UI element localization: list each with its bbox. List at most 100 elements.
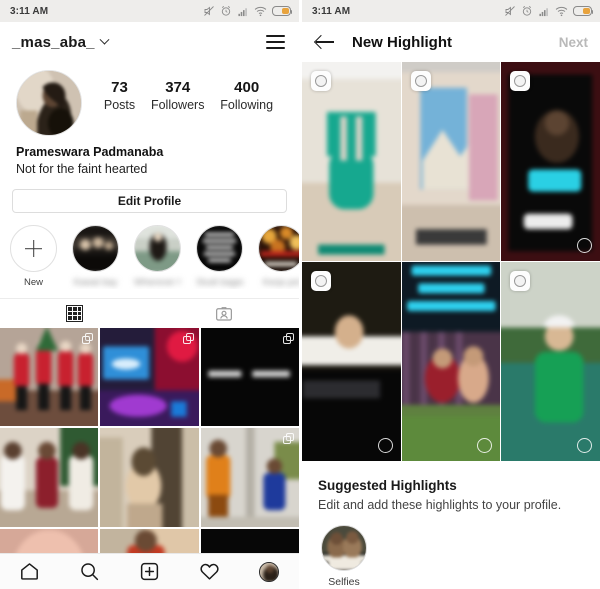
nav-search[interactable] [68, 557, 112, 587]
mute-icon [505, 6, 515, 16]
stat-followers[interactable]: 374 Followers [151, 78, 205, 114]
profile-bio: Prameswara Padmanaba Not for the faint h… [0, 136, 299, 178]
stat-label: Followers [150, 98, 205, 112]
highlight-item[interactable]: Studi bagen [196, 225, 243, 289]
stat-label: Posts [103, 98, 136, 112]
selection-circle-icon[interactable] [576, 238, 592, 253]
profile-tabs[interactable] [0, 298, 299, 328]
selection-circle-icon[interactable] [576, 438, 592, 453]
highlight-item[interactable]: Wherever h [134, 225, 181, 289]
new-highlight-header: New Highlight Next [302, 22, 600, 62]
heart-icon [200, 563, 219, 580]
grid-icon [66, 305, 84, 322]
next-button[interactable]: Next [559, 35, 588, 50]
highlight-label: Studi bagen [196, 277, 243, 288]
edit-profile-label: Edit Profile [117, 194, 182, 208]
page-title: New Highlight [352, 33, 452, 51]
list-item[interactable] [501, 62, 600, 261]
battery-icon [272, 6, 293, 16]
highlight-cover[interactable] [72, 225, 119, 272]
tab-grid[interactable] [0, 299, 150, 328]
highlight-cover[interactable] [258, 225, 299, 272]
multi-photo-icon [182, 333, 194, 344]
profile-header: _mas_aba_ [0, 22, 299, 62]
suggested-subtitle: Edit and add these highlights to your pr… [318, 498, 562, 512]
selection-circle-icon[interactable] [311, 71, 331, 91]
highlight-item[interactable]: Kawal bay [72, 225, 119, 289]
highlight-label: New [23, 277, 43, 288]
selection-circle-icon[interactable] [311, 271, 331, 291]
new-highlight-circle[interactable] [10, 225, 57, 272]
search-icon [81, 563, 99, 581]
new-highlight-screen: 3:11 AM New Highlight Next Suggested Hig… [302, 0, 600, 589]
bottom-navigation[interactable] [0, 553, 299, 589]
highlight-new[interactable]: New [10, 225, 57, 289]
profile-avatar-icon [259, 561, 280, 582]
selection-circle-icon[interactable] [510, 71, 531, 91]
selection-circle-icon[interactable] [510, 271, 531, 291]
table-row[interactable] [0, 328, 99, 427]
status-bar: 3:11 AM [0, 0, 299, 22]
selection-circle-icon[interactable] [377, 438, 393, 453]
multi-photo-icon [283, 433, 294, 445]
story-highlights-row[interactable]: New Kawal bay Wherever h Studi bagen Ker… [0, 213, 299, 289]
stat-value: 374 [165, 79, 191, 96]
chevron-down-icon [99, 34, 110, 45]
suggested-highlights-section: Suggested Highlights Edit and add these … [302, 461, 600, 589]
signal-icon [238, 7, 247, 16]
back-arrow-icon[interactable] [314, 31, 336, 53]
story-selection-grid[interactable] [302, 62, 600, 461]
list-item[interactable] [501, 262, 600, 461]
nav-profile[interactable] [247, 557, 291, 587]
photo-grid[interactable] [0, 328, 299, 589]
suggested-highlight-item[interactable]: Selfies [318, 525, 370, 589]
list-item[interactable] [302, 262, 401, 461]
tagged-person-icon [216, 306, 233, 321]
nav-home[interactable] [8, 557, 52, 587]
status-icons [504, 5, 594, 17]
list-item[interactable] [401, 262, 501, 461]
table-row[interactable] [0, 428, 99, 527]
highlight-item[interactable]: Kerja pol [258, 225, 299, 289]
bio-text: Not for the faint hearted [16, 162, 148, 176]
username-label: _mas_aba_ [12, 33, 95, 51]
home-icon [21, 563, 39, 580]
username-dropdown[interactable]: _mas_aba_ [12, 33, 110, 51]
nav-activity[interactable] [187, 557, 231, 587]
highlight-label: Kawal bay [73, 277, 118, 288]
status-time: 3:11 AM [10, 5, 49, 17]
highlight-label: Kerja pol [262, 277, 299, 288]
table-row[interactable] [200, 328, 299, 427]
stat-value: 400 [234, 79, 260, 96]
suggested-title: Suggested Highlights [318, 478, 457, 493]
display-name: Prameswara Padmanaba [16, 145, 164, 159]
status-time: 3:11 AM [312, 5, 351, 17]
highlight-cover[interactable] [196, 225, 243, 272]
instagram-profile-screen: 3:11 AM _mas_aba_ 73 Posts 374 Followers… [0, 0, 299, 589]
selection-circle-icon[interactable] [410, 71, 431, 91]
multi-photo-icon [283, 333, 294, 344]
hamburger-menu-icon[interactable] [266, 35, 285, 49]
alarm-icon [221, 6, 231, 16]
stat-following[interactable]: 400 Following [220, 78, 273, 114]
profile-stats: 73 Posts 374 Followers 400 Following [82, 70, 285, 114]
profile-summary: 73 Posts 374 Followers 400 Following [0, 62, 299, 136]
table-row[interactable] [100, 428, 199, 527]
stat-posts[interactable]: 73 Posts [104, 78, 135, 114]
list-item[interactable] [302, 62, 401, 261]
dual-screenshot: 3:11 AM _mas_aba_ 73 Posts 374 Followers… [0, 0, 600, 589]
highlight-cover[interactable] [134, 225, 181, 272]
tab-tagged[interactable] [150, 299, 300, 328]
alarm-icon [522, 6, 532, 16]
edit-profile-button[interactable]: Edit Profile [12, 189, 287, 213]
status-icons [203, 5, 293, 17]
list-item[interactable] [401, 62, 501, 261]
multi-photo-icon [82, 333, 94, 344]
nav-add[interactable] [127, 557, 171, 587]
table-row[interactable] [200, 428, 299, 527]
table-row[interactable] [100, 328, 199, 427]
profile-avatar[interactable] [16, 70, 82, 136]
stat-label: Following [220, 98, 274, 112]
suggested-highlight-cover[interactable] [321, 525, 367, 571]
highlight-label: Wherever h [134, 277, 181, 288]
